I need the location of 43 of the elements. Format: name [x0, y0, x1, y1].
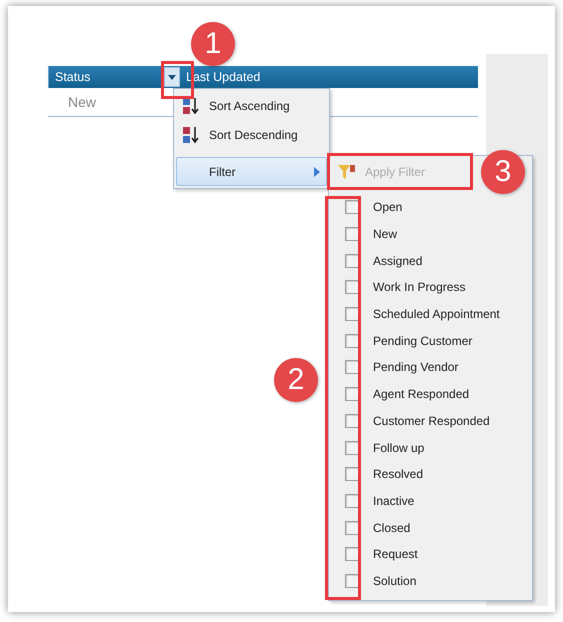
checkbox[interactable] [345, 574, 359, 588]
option-label: Request [373, 547, 418, 562]
option-label: Follow up [373, 440, 424, 455]
option-label: Pending Vendor [373, 360, 458, 374]
option-label: Pending Customer [373, 334, 472, 348]
checkbox[interactable] [345, 227, 359, 242]
step-number-badge: 2 [274, 358, 318, 402]
option-label: Closed [373, 520, 410, 535]
checkbox[interactable] [345, 494, 359, 508]
checkbox[interactable] [345, 440, 359, 455]
option-label: Resolved [373, 467, 424, 482]
checkbox[interactable] [345, 387, 359, 402]
submenu-arrow-icon [314, 166, 320, 176]
option-label: Solution [373, 574, 416, 588]
option-label: Customer Responded [373, 414, 490, 428]
checkbox[interactable] [345, 254, 359, 268]
checkbox[interactable] [345, 307, 359, 322]
option-label: Inactive [373, 494, 414, 508]
menu-item[interactable]: Sort Ascending [176, 91, 327, 120]
step-number-badge: 1 [191, 22, 235, 66]
column-menu-button[interactable] [164, 67, 180, 87]
checkbox[interactable] [345, 467, 359, 482]
menu-item[interactable]: Sort Descending [176, 120, 327, 149]
option-label: Assigned [373, 254, 422, 268]
checkbox[interactable] [345, 360, 359, 374]
caret-icon [168, 74, 176, 80]
sort-icon [182, 124, 200, 144]
option-label: Agent Responded [373, 387, 470, 402]
table-cell: New [68, 94, 96, 110]
menu-item[interactable]: Filter [176, 157, 327, 186]
filter-icon [338, 164, 356, 180]
checkbox[interactable] [345, 200, 359, 214]
checkbox[interactable] [345, 334, 359, 348]
column-header[interactable]: Status [55, 70, 90, 84]
sort-icon [182, 96, 200, 116]
checkbox[interactable] [345, 414, 359, 428]
checkbox[interactable] [345, 520, 359, 535]
option-label: New [373, 227, 398, 242]
checkbox[interactable] [345, 547, 359, 562]
checkbox[interactable] [345, 280, 359, 294]
option-label: Open [373, 200, 402, 214]
option-label: Work In Progress [373, 280, 466, 294]
option-label: Scheduled Appointment [373, 307, 500, 322]
